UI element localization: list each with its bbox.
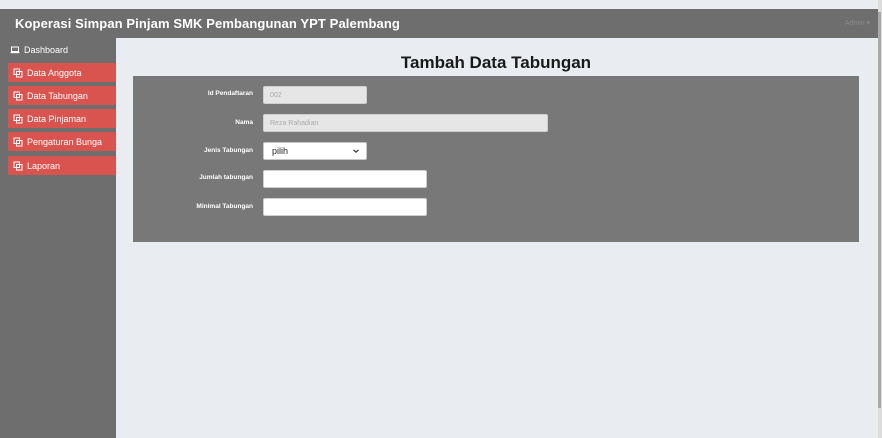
sidebar-item-label: Data Tabungan	[27, 90, 88, 101]
page-title: Tambah Data Tabungan	[400, 53, 592, 72]
copy-icon	[12, 67, 23, 78]
app-title[interactable]: Koperasi Simpan Pinjam SMK Pembangunan Y…	[15, 16, 400, 31]
sidebar-item-pengaturan-bunga[interactable]: Pengaturan Bunga	[8, 132, 116, 151]
copy-icon	[12, 136, 23, 147]
app-frame: Koperasi Simpan Pinjam SMK Pembangunan Y…	[0, 0, 878, 438]
copy-icon	[12, 160, 23, 171]
id-pendaftaran-field[interactable]: 002	[263, 86, 367, 104]
scrollbar-thumb[interactable]	[878, 12, 881, 408]
form-panel: Id Pendaftaran 002 Nama Reza Rahadian Je…	[133, 76, 859, 242]
jumlah-tabungan-field[interactable]	[263, 170, 427, 188]
minimal-tabungan-field[interactable]	[263, 198, 427, 216]
nama-field[interactable]: Reza Rahadian	[263, 114, 548, 132]
sidebar-item-laporan[interactable]: Laporan	[8, 156, 116, 175]
sidebar-item-label: Pengaturan Bunga	[27, 136, 103, 147]
laptop-icon	[9, 44, 20, 55]
jenis-tabungan-label: Jenis Tabungan	[204, 147, 253, 154]
sidebar-item-label: Dashboard	[24, 44, 69, 55]
jenis-tabungan-selected: pilih	[272, 146, 289, 156]
jenis-tabungan-select[interactable]: pilih	[263, 142, 367, 160]
sidebar-item-data-pinjaman[interactable]: Data Pinjaman	[8, 109, 116, 128]
user-menu[interactable]: Admin ▾	[845, 19, 870, 27]
sidebar-item-dashboard[interactable]: Dashboard	[5, 40, 113, 59]
sidebar-item-label: Data Anggota	[27, 67, 82, 78]
chevron-down-icon	[352, 147, 360, 155]
nama-label: Nama	[235, 119, 253, 126]
copy-icon	[12, 90, 23, 101]
sidebar: Dashboard Data Anggota Data Tabungan Dat…	[0, 38, 116, 438]
id-pendaftaran-label: Id Pendaftaran	[207, 90, 253, 97]
top-navbar: Koperasi Simpan Pinjam SMK Pembangunan Y…	[0, 9, 878, 38]
copy-icon	[12, 113, 23, 124]
sidebar-item-data-anggota[interactable]: Data Anggota	[8, 63, 116, 82]
minimal-tabungan-label: Minimal Tabungan	[196, 203, 253, 210]
sidebar-item-label: Laporan	[27, 160, 61, 171]
jumlah-tabungan-label: Jumlah tabungan	[199, 174, 253, 181]
sidebar-item-label: Data Pinjaman	[27, 113, 87, 124]
sidebar-item-data-tabungan[interactable]: Data Tabungan	[8, 86, 116, 105]
